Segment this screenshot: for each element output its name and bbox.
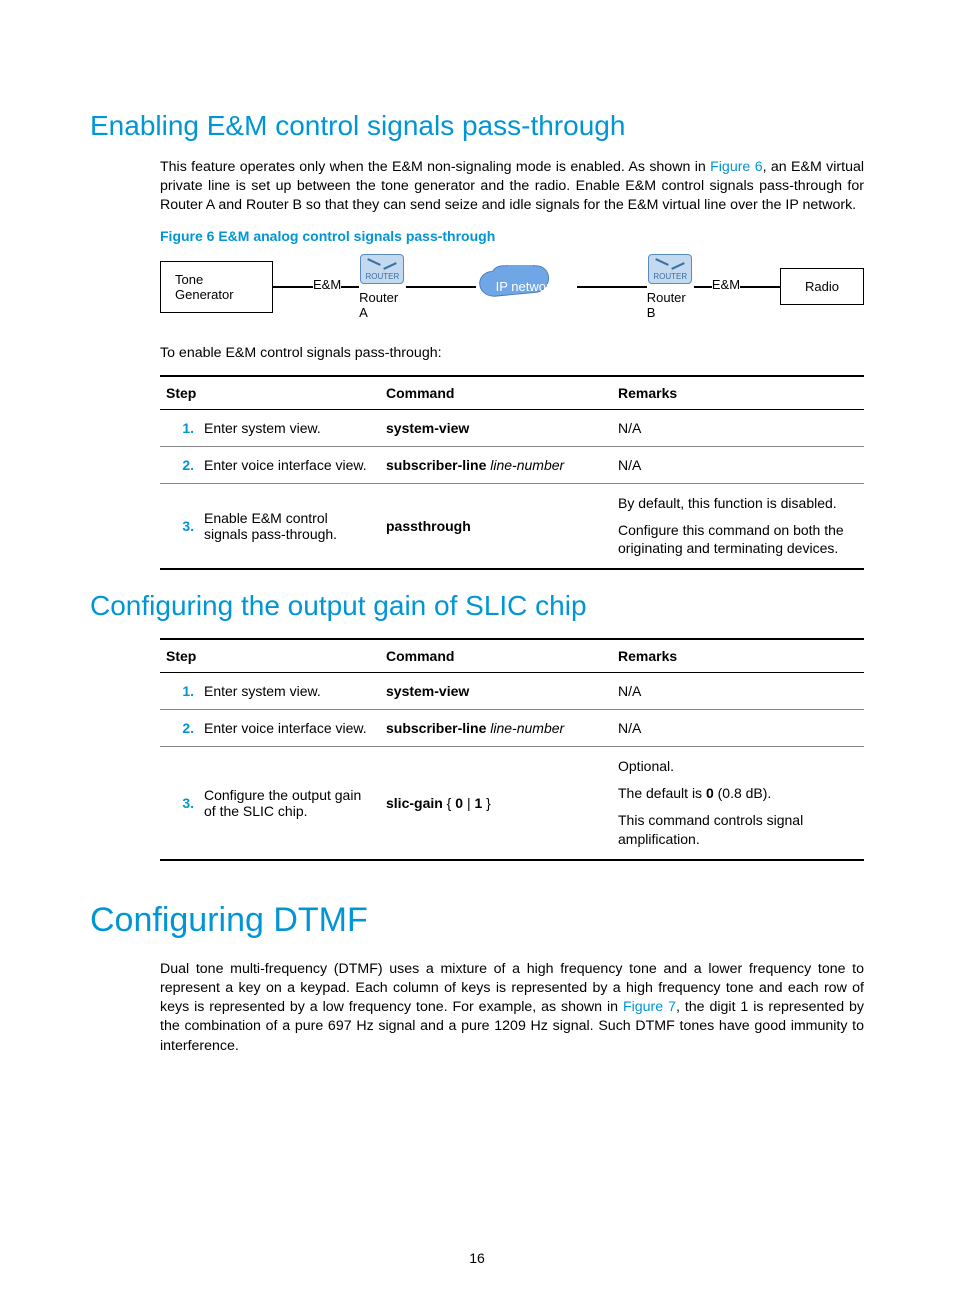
connector-line <box>341 286 359 288</box>
remark-line: Configure this command on both the origi… <box>618 521 858 559</box>
step-text: Enter voice interface view. <box>198 446 380 483</box>
heading-slic-gain: Configuring the output gain of SLIC chip <box>90 590 864 622</box>
command: subscriber-line line-number <box>380 446 612 483</box>
cmd: 0 <box>455 795 463 811</box>
remarks: N/A <box>612 673 864 710</box>
table-em-passthrough: Step Command Remarks 1. Enter system vie… <box>160 375 864 571</box>
router-word: ROUTER <box>649 273 691 281</box>
section-body: This feature operates only when the E&M … <box>160 158 864 570</box>
cmd-arg: line-number <box>486 457 564 473</box>
step-number: 1. <box>160 409 198 446</box>
command: subscriber-line line-number <box>380 710 612 747</box>
page: Enabling E&M control signals pass-throug… <box>0 0 954 1296</box>
col: E&M <box>313 277 341 296</box>
text: (0.8 dB). <box>714 785 772 801</box>
remark-line: This command controls signal amplificati… <box>618 811 858 849</box>
bold-value: 0 <box>706 785 714 801</box>
router-icon: ROUTER <box>648 254 692 284</box>
ip-network-cloud: IP network <box>476 265 577 309</box>
th-remarks: Remarks <box>612 376 864 410</box>
label-em: E&M <box>313 277 341 292</box>
figure-caption: Figure 6 E&M analog control signals pass… <box>160 228 864 244</box>
col: E&M <box>712 277 740 296</box>
cmd-txt: { <box>443 795 455 811</box>
step-text: Enter voice interface view. <box>198 710 380 747</box>
paragraph: To enable E&M control signals pass-throu… <box>160 344 864 363</box>
table-row: 2. Enter voice interface view. subscribe… <box>160 710 864 747</box>
th-command: Command <box>380 639 612 673</box>
table-row: 1. Enter system view. system-view N/A <box>160 409 864 446</box>
label-em: E&M <box>712 277 740 292</box>
text: This feature operates only when the E&M … <box>160 159 710 175</box>
cmd: passthrough <box>386 518 471 534</box>
step-number: 3. <box>160 483 198 569</box>
cmd-txt: } <box>482 795 491 811</box>
link-figure-6[interactable]: Figure 6 <box>710 159 762 175</box>
th-step: Step <box>160 639 380 673</box>
router-b-label: Router B <box>647 290 694 320</box>
router-a: ROUTER Router A <box>359 254 405 320</box>
remark-line: By default, this function is disabled. <box>618 494 858 513</box>
connector-line <box>694 286 712 288</box>
step-number: 1. <box>160 673 198 710</box>
remarks: By default, this function is disabled. C… <box>612 483 864 569</box>
command: passthrough <box>380 483 612 569</box>
command: system-view <box>380 409 612 446</box>
table-row: 3. Configure the output gain of the SLIC… <box>160 747 864 860</box>
connector-line <box>406 286 476 288</box>
cmd: system-view <box>386 420 469 436</box>
router-word: ROUTER <box>361 273 403 281</box>
cmd: subscriber-line <box>386 457 486 473</box>
router-icon: ROUTER <box>360 254 404 284</box>
section-body: Dual tone multi-frequency (DTMF) uses a … <box>160 960 864 1056</box>
connector-line <box>740 286 780 288</box>
remark-line: The default is 0 (0.8 dB). <box>618 784 858 803</box>
cmd: subscriber-line <box>386 720 486 736</box>
cmd: slic-gain <box>386 795 443 811</box>
table-slic-gain: Step Command Remarks 1. Enter system vie… <box>160 638 864 861</box>
command: system-view <box>380 673 612 710</box>
router-b: ROUTER Router B <box>647 254 694 320</box>
table-row: 2. Enter voice interface view. subscribe… <box>160 446 864 483</box>
node-radio: Radio <box>780 268 864 305</box>
th-remarks: Remarks <box>612 639 864 673</box>
text: The default is <box>618 785 706 801</box>
ip-network-label: IP network <box>476 265 577 309</box>
cmd-arg: line-number <box>486 720 564 736</box>
cmd-txt: | <box>463 795 474 811</box>
remarks: N/A <box>612 446 864 483</box>
figure-6: Tone Generator E&M ROUTER Router A IP ne… <box>160 254 864 320</box>
step-text: Enable E&M control signals pass-through. <box>198 483 380 569</box>
paragraph: Dual tone multi-frequency (DTMF) uses a … <box>160 960 864 1056</box>
table-row: 3. Enable E&M control signals pass-throu… <box>160 483 864 569</box>
paragraph: This feature operates only when the E&M … <box>160 158 864 216</box>
step-number: 2. <box>160 446 198 483</box>
remarks: Optional. The default is 0 (0.8 dB). Thi… <box>612 747 864 860</box>
remarks: N/A <box>612 409 864 446</box>
connector-line <box>577 286 647 288</box>
th-command: Command <box>380 376 612 410</box>
step-number: 3. <box>160 747 198 860</box>
section-body: Step Command Remarks 1. Enter system vie… <box>160 638 864 861</box>
node-tone-generator: Tone Generator <box>160 261 273 313</box>
table-row: 1. Enter system view. system-view N/A <box>160 673 864 710</box>
cmd: system-view <box>386 683 469 699</box>
step-text: Enter system view. <box>198 673 380 710</box>
step-text: Enter system view. <box>198 409 380 446</box>
th-step: Step <box>160 376 380 410</box>
router-a-label: Router A <box>359 290 405 320</box>
remarks: N/A <box>612 710 864 747</box>
remark-line: Optional. <box>618 757 858 776</box>
step-text: Configure the output gain of the SLIC ch… <box>198 747 380 860</box>
page-number: 16 <box>0 1250 954 1266</box>
heading-enabling-em: Enabling E&M control signals pass-throug… <box>90 110 864 142</box>
command: slic-gain { 0 | 1 } <box>380 747 612 860</box>
step-number: 2. <box>160 710 198 747</box>
link-figure-7[interactable]: Figure 7 <box>623 999 676 1015</box>
connector-line <box>273 286 313 288</box>
heading-configuring-dtmf: Configuring DTMF <box>90 901 864 940</box>
